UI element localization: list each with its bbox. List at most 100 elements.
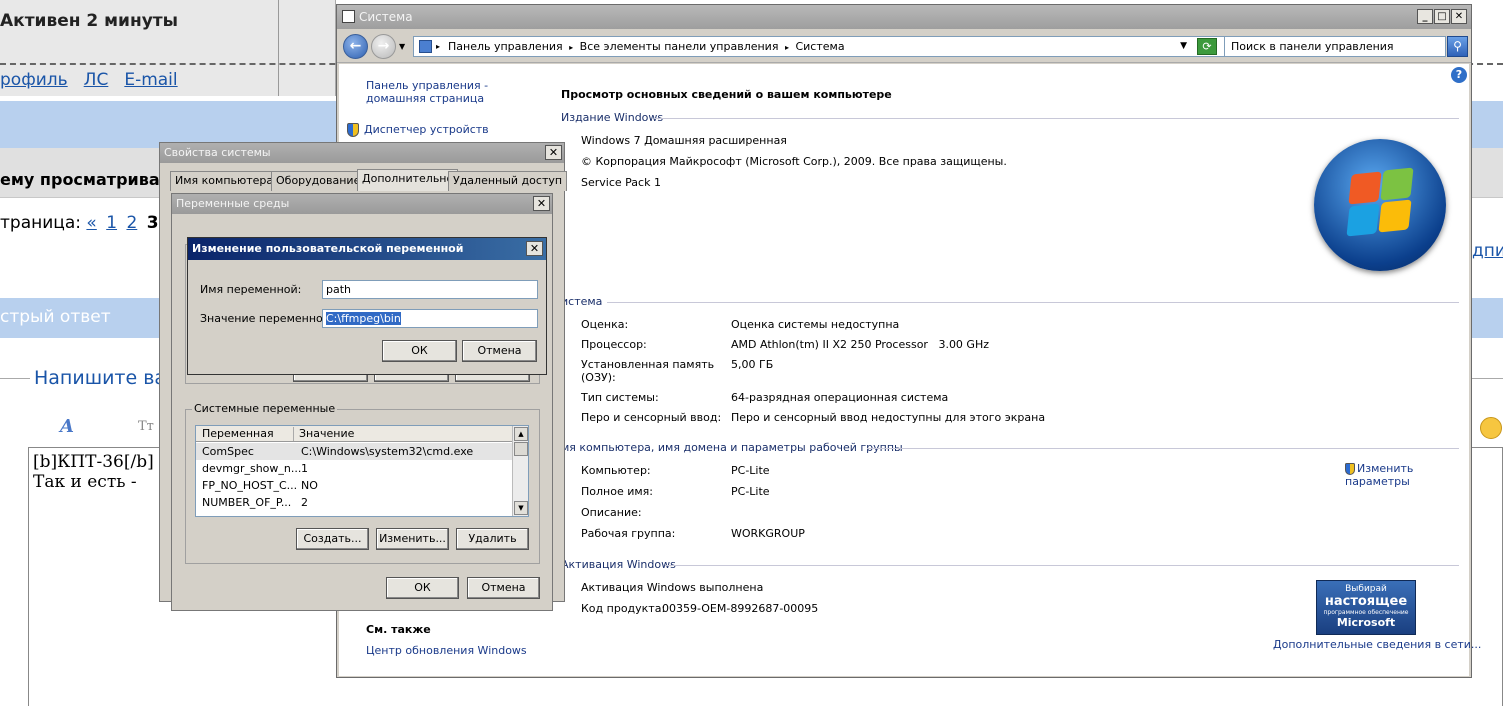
more-info-link[interactable]: Дополнительные сведения в сети... <box>1273 638 1481 651</box>
badge-line: Microsoft <box>1336 616 1396 629</box>
row-name: ComSpec <box>202 445 254 458</box>
search-input[interactable]: Поиск в панели управления <box>1224 36 1446 57</box>
maximize-button[interactable]: □ <box>1434 9 1450 24</box>
cancel-button[interactable]: Отмена <box>467 577 540 599</box>
product-key-value: 00359-OEM-8992687-00095 <box>662 602 819 615</box>
forum-right-link[interactable]: дпи <box>1472 241 1503 261</box>
quick-reply-title: стрый ответ <box>0 307 111 327</box>
cpu-value: AMD Athlon(tm) II X2 250 Processor 3.00 … <box>731 338 990 351</box>
system-edit-button[interactable]: Изменить... <box>376 528 449 550</box>
current-page: 3 <box>146 213 159 233</box>
ram-value: 5,00 ГБ <box>731 358 774 371</box>
chevron-right-icon[interactable]: ▸ <box>785 43 789 52</box>
search-icon[interactable]: ⚲ <box>1447 36 1468 57</box>
address-bar[interactable]: ▸ Панель управления ▸ Все элементы панел… <box>413 36 1228 57</box>
change-settings-label: Изменить параметры <box>1345 462 1414 488</box>
help-icon[interactable]: ? <box>1451 67 1467 83</box>
scroll-up-icon[interactable]: ▲ <box>514 427 528 441</box>
smiley-icon[interactable] <box>1480 417 1502 439</box>
row-value: NO <box>301 479 318 492</box>
tab-advanced[interactable]: Дополнительно <box>357 169 459 191</box>
breadcrumb-all-items[interactable]: Все элементы панели управления <box>580 40 779 53</box>
close-button[interactable]: ✕ <box>526 241 543 256</box>
scroll-down-icon[interactable]: ▼ <box>514 501 528 515</box>
system-window-title: Система <box>359 10 413 24</box>
email-link[interactable]: E-mail <box>124 70 177 90</box>
font-size-icon[interactable]: Tт <box>138 419 154 434</box>
column-value[interactable]: Значение <box>293 427 354 441</box>
tab-computer-name[interactable]: Имя компьютера <box>170 171 279 191</box>
pen-value: Перо и сенсорный ввод недоступны для это… <box>731 411 1046 424</box>
row-name: NUMBER_OF_P... <box>202 496 292 509</box>
system-delete-button[interactable]: Удалить <box>456 528 529 550</box>
breadcrumb-system[interactable]: Система <box>795 40 844 53</box>
system-create-button[interactable]: Создать... <box>296 528 369 550</box>
row-name: devmgr_show_n... <box>202 462 302 475</box>
edition-heading: Издание Windows <box>561 111 664 124</box>
full-name-label: Полное имя: <box>581 485 653 498</box>
change-settings-link[interactable]: Изменить параметры <box>1345 462 1425 488</box>
system-window-titlebar[interactable]: Система _ □ ✕ <box>337 5 1471 29</box>
page-title: Просмотр основных сведений о вашем компь… <box>561 88 892 101</box>
windows-update-link[interactable]: Центр обновления Windows <box>366 644 527 657</box>
variable-value-input[interactable]: C:\ffmpeg\bin <box>322 309 538 328</box>
pm-link[interactable]: ЛС <box>84 70 109 90</box>
list-scrollbar[interactable]: ▲ ▼ <box>512 426 528 516</box>
rating-label: Оценка: <box>581 318 629 331</box>
system-properties-titlebar[interactable]: Свойства системы ✕ <box>160 143 564 163</box>
env-vars-titlebar[interactable]: Переменные среды ✕ <box>172 194 552 214</box>
windows-logo-icon <box>1314 139 1446 271</box>
history-dropdown-icon[interactable]: ▼ <box>399 42 405 51</box>
divider <box>867 448 1459 449</box>
variable-name-input[interactable]: path <box>322 280 538 299</box>
computer-label: Компьютер: <box>581 464 651 477</box>
page-1-link[interactable]: 1 <box>106 213 117 233</box>
tab-remote[interactable]: Удаленный доступ <box>448 171 568 191</box>
tab-hardware[interactable]: Оборудование <box>271 171 366 191</box>
font-color-icon[interactable]: A <box>60 416 74 437</box>
edit-user-variable-dialog: Изменение пользовательской переменной ✕ … <box>187 237 547 375</box>
chevron-right-icon[interactable]: ▸ <box>436 37 440 56</box>
system-type-value: 64-разрядная операционная система <box>731 391 949 404</box>
scroll-thumb[interactable] <box>514 442 528 456</box>
activation-heading: Активация Windows <box>561 558 676 571</box>
viewing-text: ему просматрива <box>0 170 160 189</box>
device-manager-link[interactable]: Диспетчер устройств <box>347 123 489 137</box>
close-button[interactable]: ✕ <box>545 145 562 160</box>
edit-var-titlebar[interactable]: Изменение пользовательской переменной ✕ <box>188 238 546 260</box>
system-variables-list[interactable]: Переменная Значение ComSpec C:\Windows\s… <box>195 425 529 517</box>
table-row[interactable]: FP_NO_HOST_C... NO <box>196 477 513 494</box>
cancel-button[interactable]: Отмена <box>462 340 537 362</box>
computer-value: PC-Lite <box>731 464 770 477</box>
profile-link[interactable]: рофиль <box>0 70 68 90</box>
edit-var-title: Изменение пользовательской переменной <box>192 242 464 255</box>
breadcrumb-control-panel[interactable]: Панель управления <box>448 40 563 53</box>
back-arrow-icon[interactable]: ← <box>343 34 368 59</box>
close-button[interactable]: ✕ <box>1451 9 1467 24</box>
refresh-icon[interactable]: ⟳ <box>1197 38 1217 55</box>
rating-value[interactable]: Оценка системы недоступна <box>731 318 899 331</box>
product-key-label: Код продукта: <box>581 602 666 615</box>
system-variables-label: Системные переменные <box>192 402 338 415</box>
ok-button[interactable]: ОК <box>382 340 457 362</box>
system-properties-title: Свойства системы <box>164 146 271 159</box>
cpu-label: Процессор: <box>581 338 647 351</box>
cp-home-link[interactable]: Панель управления - домашняя страница <box>366 79 541 105</box>
close-button[interactable]: ✕ <box>533 196 550 211</box>
page-prev-link[interactable]: « <box>86 213 96 233</box>
forward-arrow-icon[interactable]: → <box>371 34 396 59</box>
ok-button[interactable]: ОК <box>386 577 459 599</box>
env-vars-title: Переменные среды <box>176 197 290 210</box>
table-row[interactable]: devmgr_show_n... 1 <box>196 460 513 477</box>
user-status: Активен 2 минуты <box>0 11 179 31</box>
genuine-microsoft-badge: Выбирай настоящее программное обеспечени… <box>1316 580 1416 635</box>
system-type-label: Тип системы: <box>581 391 659 404</box>
chevron-right-icon[interactable]: ▸ <box>569 43 573 52</box>
table-row[interactable]: ComSpec C:\Windows\system32\cmd.exe <box>196 443 513 460</box>
edition-name: Windows 7 Домашняя расширенная <box>581 134 787 147</box>
column-variable[interactable]: Переменная <box>202 427 274 440</box>
chevron-down-icon[interactable]: ▼ <box>1180 37 1187 56</box>
table-row[interactable]: NUMBER_OF_P... 2 <box>196 494 513 511</box>
minimize-button[interactable]: _ <box>1417 9 1433 24</box>
page-2-link[interactable]: 2 <box>126 213 137 233</box>
